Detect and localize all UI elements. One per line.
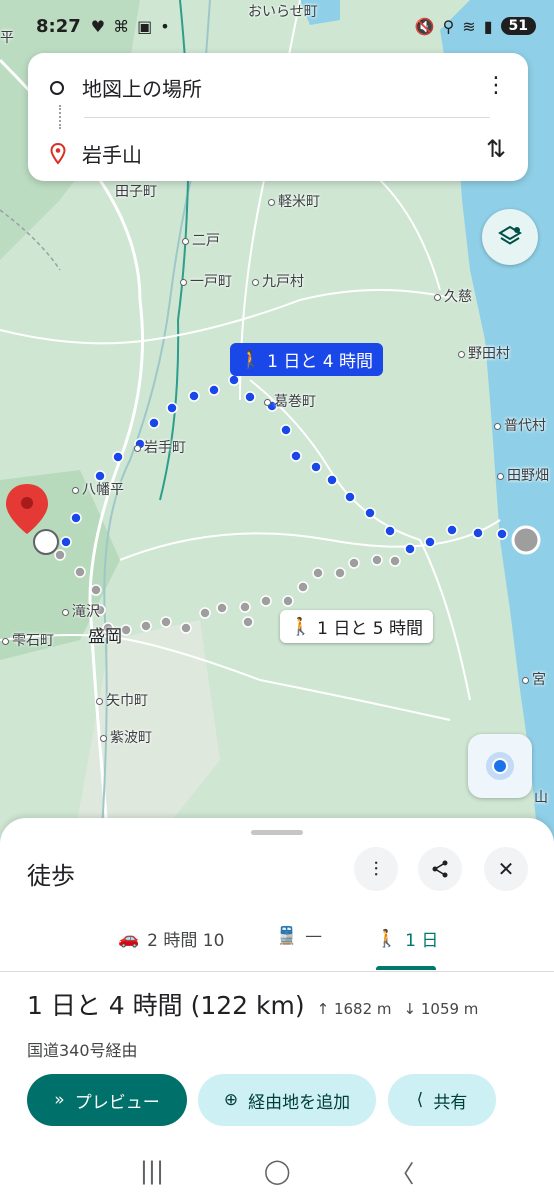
place-label: 久慈	[434, 286, 472, 306]
destination-text: 岩手山	[82, 143, 142, 167]
place-label: 矢巾町	[96, 690, 148, 710]
clock: 8:27	[36, 15, 81, 37]
place-label: 野田村	[458, 343, 510, 363]
preview-button[interactable]: » プレビュー	[27, 1074, 187, 1126]
dot-icon: •	[160, 16, 170, 36]
route-options-button[interactable]: ⫶	[354, 847, 398, 891]
layers-button[interactable]	[482, 209, 538, 265]
elevation-loss: ↓ 1059 m	[403, 1000, 479, 1018]
close-icon: ✕	[497, 857, 515, 881]
my-location-button[interactable]	[468, 734, 532, 798]
walk-icon: 🚶	[290, 616, 312, 637]
close-button[interactable]: ✕	[484, 847, 528, 891]
route-duration: 1 日と 4 時間 (122 km)	[27, 991, 305, 1020]
share-icon: ⟨	[416, 1090, 424, 1110]
place-label: 普代村	[494, 415, 546, 435]
tab-walk-label: 1 日	[405, 931, 439, 951]
divider	[84, 117, 490, 118]
place-label: 岩手町	[134, 437, 186, 457]
primary-route-label[interactable]: 🚶 1 日と 4 時間	[230, 343, 384, 376]
place-label: 軽米町	[268, 191, 320, 211]
mute-icon: 🔇	[414, 16, 435, 36]
place-label: 雫石町	[2, 630, 54, 650]
signal-icon: ▮	[483, 16, 493, 36]
layers-icon	[498, 225, 522, 245]
place-label: 田子町	[115, 184, 157, 200]
origin-marker[interactable]	[511, 525, 541, 555]
tab-drive-label: 2 時間 10	[147, 931, 225, 951]
double-chevron-icon: »	[54, 1090, 65, 1110]
add-stop-button[interactable]: ⊕ 経由地を追加	[198, 1074, 376, 1126]
place-label: 滝沢	[62, 601, 100, 621]
share-icon	[432, 860, 448, 878]
directions-bottom-sheet: 徒歩 ⫶ ✕ 🚗 2 時間 10 🚆 — 🚶 1 日 1 日と 4 時間 (12…	[0, 818, 554, 1200]
travel-mode-tabs: 🚗 2 時間 10 🚆 — 🚶 1 日	[0, 908, 554, 972]
place-label: 山	[534, 790, 548, 806]
place-label: 盛岡	[88, 627, 122, 647]
origin-field[interactable]: 地図上の場所	[50, 73, 202, 102]
origin-text: 地図上の場所	[82, 77, 202, 101]
car-icon: 🚗	[118, 928, 140, 949]
battery-badge: 51	[500, 17, 536, 35]
route-summary[interactable]: 1 日と 4 時間 (122 km) ↑ 1682 m ↓ 1059 m	[27, 986, 478, 1022]
tab-transit-label: —	[305, 926, 323, 946]
place-label: 紫波町	[100, 727, 152, 747]
place-label: 一戸町	[180, 271, 232, 291]
origin-circle-icon	[50, 80, 64, 95]
more-vert-icon: ⋮	[485, 72, 507, 98]
route-connector	[59, 105, 61, 129]
walk-icon: 🚶	[240, 349, 262, 370]
status-bar: 8:27 ♥ ⌘ ▣ • 🔇 ⚲ ≋ ▮ 51	[0, 0, 554, 52]
route-via: 国道340号経由	[27, 1041, 138, 1060]
destination-pin-icon	[50, 142, 66, 165]
share-label: 共有	[433, 1092, 468, 1113]
sheet-title: 徒歩	[27, 862, 75, 890]
active-tab-indicator	[376, 966, 436, 970]
directions-search-card: 地図上の場所 岩手山 ⋮ ⇅	[28, 53, 528, 181]
place-label: 八幡平	[72, 479, 124, 499]
share-button[interactable]	[418, 847, 462, 891]
destination-endpoint[interactable]	[33, 529, 59, 555]
location-icon: ⚲	[442, 16, 455, 36]
screenshot-icon: ▣	[137, 16, 153, 36]
elevation-gain: ↑ 1682 m	[316, 1000, 392, 1018]
place-label: 宮	[522, 669, 546, 689]
tab-walk[interactable]: 🚶 1 日	[376, 926, 439, 952]
tab-drive[interactable]: 🚗 2 時間 10	[118, 926, 225, 952]
swap-vert-icon: ⇅	[485, 135, 507, 163]
place-label: 九戸村	[252, 271, 304, 291]
place-label: 田野畑	[497, 465, 549, 485]
place-label: 葛巻町	[264, 391, 316, 411]
tune-icon: ⫶	[373, 857, 379, 881]
my-location-icon	[492, 758, 508, 774]
add-location-icon: ⊕	[223, 1090, 239, 1110]
walk-icon: 🚶	[376, 928, 398, 949]
swap-button[interactable]: ⇅	[482, 133, 510, 165]
alt-route-label[interactable]: 🚶 1 日と 5 時間	[280, 610, 434, 643]
primary-route-duration: 1 日と 4 時間	[267, 352, 374, 372]
add-stop-label: 経由地を追加	[248, 1092, 351, 1113]
destination-field[interactable]: 岩手山	[50, 139, 142, 168]
home-icon[interactable]: ◯	[264, 1157, 291, 1185]
heart-icon: ♥	[90, 16, 106, 36]
recent-apps-icon[interactable]: |||	[140, 1157, 164, 1185]
wifi-icon: ≋	[462, 16, 476, 36]
alt-route-duration: 1 日と 5 時間	[317, 619, 424, 639]
share-route-button[interactable]: ⟨ 共有	[388, 1074, 496, 1126]
tab-transit[interactable]: 🚆 —	[276, 926, 322, 946]
sheet-drag-handle[interactable]	[251, 830, 303, 835]
back-icon[interactable]: 〈	[390, 1154, 414, 1189]
preview-label: プレビュー	[74, 1092, 160, 1113]
place-label: 二戸	[182, 230, 220, 250]
train-icon: 🚆	[276, 926, 298, 946]
system-nav-bar: ||| ◯ 〈	[0, 1148, 554, 1194]
more-options-button[interactable]: ⋮	[482, 71, 510, 99]
game-icon: ⌘	[113, 16, 130, 36]
